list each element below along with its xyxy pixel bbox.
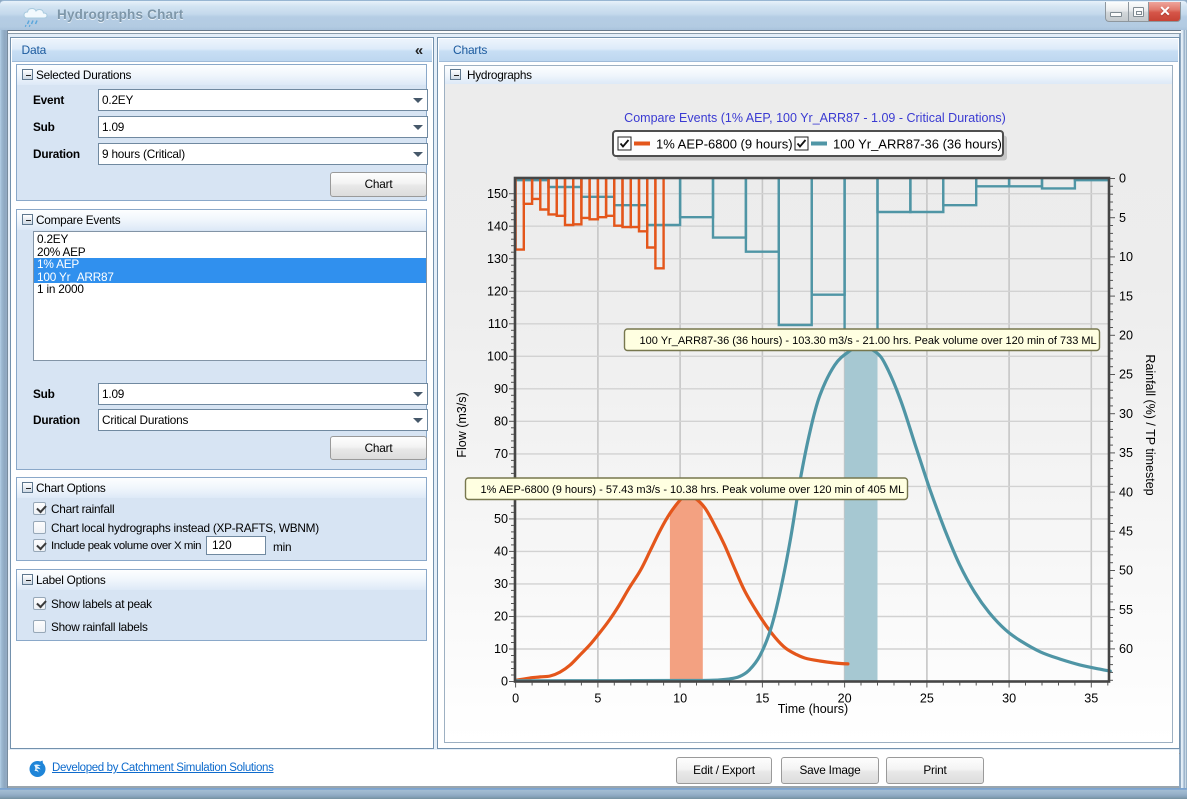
- svg-text:120: 120: [487, 285, 508, 299]
- svg-text:130: 130: [487, 252, 508, 266]
- svg-text:20: 20: [494, 610, 508, 624]
- svg-text:150: 150: [487, 187, 508, 201]
- svg-text:1% AEP-6800 (9 hours) - 57.43: 1% AEP-6800 (9 hours) - 57.43 m3/s - 10.…: [481, 484, 905, 496]
- svg-text:5: 5: [594, 692, 601, 706]
- svg-text:80: 80: [494, 415, 508, 429]
- svg-text:40: 40: [494, 545, 508, 559]
- svg-text:30: 30: [1002, 692, 1016, 706]
- svg-text:Rainfall (%) / TP timestep: Rainfall (%) / TP timestep: [1143, 354, 1157, 495]
- svg-text:25: 25: [1119, 368, 1133, 382]
- svg-text:20: 20: [1119, 329, 1133, 343]
- svg-text:30: 30: [1119, 407, 1133, 421]
- svg-text:25: 25: [920, 692, 934, 706]
- svg-text:Compare Events (1% AEP, 100 Yr: Compare Events (1% AEP, 100 Yr_ARR87 - 1…: [624, 111, 1006, 125]
- svg-text:100 Yr_ARR87-36 (36 hours) - 1: 100 Yr_ARR87-36 (36 hours) - 103.30 m3/s…: [640, 335, 1097, 347]
- svg-text:0: 0: [1119, 172, 1126, 186]
- svg-text:35: 35: [1119, 446, 1133, 460]
- svg-text:50: 50: [494, 512, 508, 526]
- svg-text:15: 15: [755, 692, 769, 706]
- svg-text:110: 110: [488, 317, 508, 331]
- svg-text:90: 90: [494, 382, 508, 396]
- svg-text:60: 60: [1119, 642, 1133, 656]
- svg-text:70: 70: [494, 447, 508, 461]
- svg-text:1% AEP-6800 (9 hours): 1% AEP-6800 (9 hours): [656, 137, 793, 152]
- svg-text:0: 0: [501, 675, 508, 689]
- svg-text:40: 40: [1119, 485, 1133, 499]
- svg-text:10: 10: [494, 642, 508, 656]
- svg-text:0: 0: [512, 692, 519, 706]
- svg-text:Time (hours): Time (hours): [778, 702, 848, 716]
- svg-text:45: 45: [1119, 525, 1133, 539]
- svg-text:100 Yr_ARR87-36 (36 hours): 100 Yr_ARR87-36 (36 hours): [833, 137, 1002, 152]
- svg-text:50: 50: [1119, 564, 1133, 578]
- svg-text:55: 55: [1119, 603, 1133, 617]
- svg-text:30: 30: [494, 577, 508, 591]
- svg-text:15: 15: [1119, 289, 1133, 303]
- svg-text:100: 100: [487, 350, 508, 364]
- svg-text:35: 35: [1084, 692, 1098, 706]
- svg-text:10: 10: [673, 692, 687, 706]
- svg-text:10: 10: [1119, 250, 1133, 264]
- svg-text:140: 140: [487, 219, 508, 233]
- svg-text:5: 5: [1119, 211, 1126, 225]
- svg-text:Flow (m3/s): Flow (m3/s): [455, 392, 469, 457]
